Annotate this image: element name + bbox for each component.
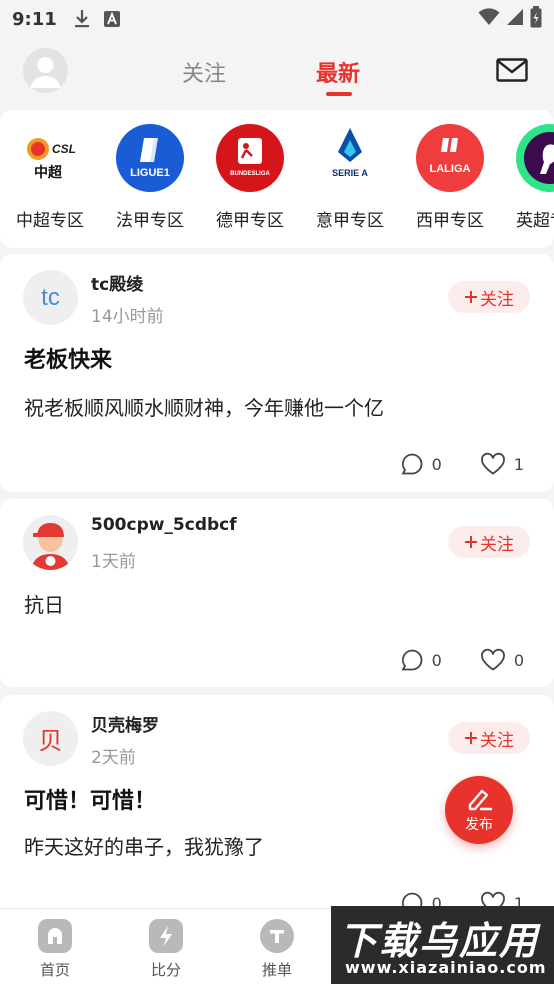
follow-label: 关注 xyxy=(480,289,514,310)
tab-latest[interactable]: 最新 xyxy=(316,56,360,88)
author-avatar[interactable]: 贝 xyxy=(23,711,78,766)
lightning-icon xyxy=(149,919,183,953)
league-item-csl[interactable]: CSL 中超 中超专区 xyxy=(0,124,100,231)
nav-tips[interactable]: 推单 xyxy=(237,919,317,980)
laliga-logo-text: LALIGA xyxy=(430,163,471,175)
tab-follow[interactable]: 关注 xyxy=(182,56,226,88)
league-label: 意甲专区 xyxy=(316,211,384,231)
active-tab-indicator xyxy=(326,92,352,96)
league-label: 法甲专区 xyxy=(116,211,184,231)
download-icon xyxy=(73,9,91,29)
plus-icon xyxy=(465,536,477,548)
edit-icon xyxy=(468,789,493,811)
top-nav: 关注 最新 xyxy=(0,38,554,104)
league-item-ligue1[interactable]: LIGUE1 法甲专区 xyxy=(100,124,200,231)
post-body: 抗日 xyxy=(24,593,64,617)
mail-icon[interactable] xyxy=(496,58,528,86)
post-time: 2天前 xyxy=(91,748,136,768)
author-name[interactable]: 贝壳梅罗 xyxy=(91,711,159,736)
like-count: 1 xyxy=(513,454,524,474)
nav-score-label: 比分 xyxy=(150,961,181,979)
comment-button[interactable]: 0 xyxy=(400,648,442,672)
league-row: CSL 中超 中超专区 LIGUE1 法甲专区 BUNDESLIGA 德甲专区 xyxy=(0,110,554,248)
post-body: 昨天这好的串子，我犹豫了 xyxy=(24,835,264,859)
league-item-bundesliga[interactable]: BUNDESLIGA 德甲专区 xyxy=(200,124,300,231)
post-title: 老板快来 xyxy=(24,348,113,373)
post-stats: 0 0 xyxy=(362,648,524,672)
like-button[interactable]: 1 xyxy=(480,452,524,476)
nav-home-label: 首页 xyxy=(39,961,70,979)
battery-icon xyxy=(530,5,542,33)
author-avatar[interactable]: tc xyxy=(23,270,78,325)
publish-label: 发布 xyxy=(465,817,493,833)
follow-button[interactable]: 关注 xyxy=(448,281,530,313)
league-item-serie-a[interactable]: SERIE A 意甲专区 xyxy=(300,124,400,231)
author-name[interactable]: 500cpw_5cdbcf xyxy=(91,515,237,535)
nav-tips-label: 推单 xyxy=(261,961,292,979)
bundesliga-logo-text: BUNDESLIGA xyxy=(230,171,270,177)
follow-label: 关注 xyxy=(480,730,514,751)
plus-icon xyxy=(465,291,477,303)
follow-button[interactable]: 关注 xyxy=(448,526,530,558)
post-card[interactable]: 500cpw_5cdbcf 1天前 关注 抗日 0 0 xyxy=(0,499,554,687)
ligue1-logo: LIGUE1 xyxy=(116,124,184,192)
premier-league-logo xyxy=(516,124,554,192)
post-card[interactable]: tc tc殿绫 14小时前 关注 老板快来 祝老板顺风顺水顺财神，今年赚他一个亿… xyxy=(0,254,554,492)
nav-score[interactable]: 比分 xyxy=(126,919,206,980)
nav-home[interactable]: 首页 xyxy=(15,919,95,980)
watermark-url: www.xiazainiao.com xyxy=(345,958,547,977)
wifi-icon xyxy=(478,7,500,31)
like-button[interactable]: 0 xyxy=(480,648,524,672)
post-time: 1天前 xyxy=(91,552,136,572)
csl-logo: CSL 中超 xyxy=(16,124,84,192)
serie-a-logo: SERIE A xyxy=(316,124,384,192)
status-bar: 9:11 xyxy=(0,0,554,38)
comment-icon xyxy=(401,453,423,475)
heart-icon xyxy=(480,648,505,671)
comment-button[interactable]: 0 xyxy=(400,452,442,476)
laliga-logo: LALIGA xyxy=(416,124,484,192)
post-body: 祝老板顺风顺水顺财神，今年赚他一个亿 xyxy=(24,396,384,420)
league-item-laliga[interactable]: LALIGA 西甲专区 xyxy=(400,124,500,231)
heart-icon xyxy=(480,452,505,475)
comment-count: 0 xyxy=(431,650,442,670)
a-icon xyxy=(103,10,121,28)
league-label: 德甲专区 xyxy=(216,211,284,231)
like-count: 0 xyxy=(513,650,524,670)
watermark: 下载乌应用 www.xiazainiao.com xyxy=(331,906,554,984)
t-icon xyxy=(260,919,294,953)
publish-button[interactable]: 发布 xyxy=(445,776,513,844)
ligue1-logo-text: LIGUE1 xyxy=(130,167,170,179)
plus-icon xyxy=(465,732,477,744)
author-avatar[interactable] xyxy=(23,515,78,570)
bundesliga-logo: BUNDESLIGA xyxy=(216,124,284,192)
follow-label: 关注 xyxy=(480,534,514,555)
follow-button[interactable]: 关注 xyxy=(448,722,530,754)
author-name[interactable]: tc殿绫 xyxy=(91,270,143,295)
league-label: 中超专区 xyxy=(16,211,84,231)
csl-logo-text: 中超 xyxy=(34,164,63,181)
league-label: 英超专区 xyxy=(516,211,554,231)
post-time: 14小时前 xyxy=(91,307,164,327)
signal-icon xyxy=(506,8,524,31)
my-avatar[interactable] xyxy=(23,48,68,93)
league-item-premier-league[interactable]: 英超专区 xyxy=(500,124,554,231)
home-icon xyxy=(38,919,72,953)
post-title: 可惜！可惜！ xyxy=(24,789,157,814)
serie-a-logo-text: SERIE A xyxy=(332,168,368,178)
league-label: 西甲专区 xyxy=(416,211,484,231)
comment-icon xyxy=(401,649,423,671)
post-stats: 0 1 xyxy=(362,452,524,476)
watermark-title: 下载乌应用 xyxy=(339,919,540,963)
comment-count: 0 xyxy=(431,454,442,474)
status-time: 9:11 xyxy=(12,8,57,30)
csl-logo-sub: CSL xyxy=(52,142,76,156)
